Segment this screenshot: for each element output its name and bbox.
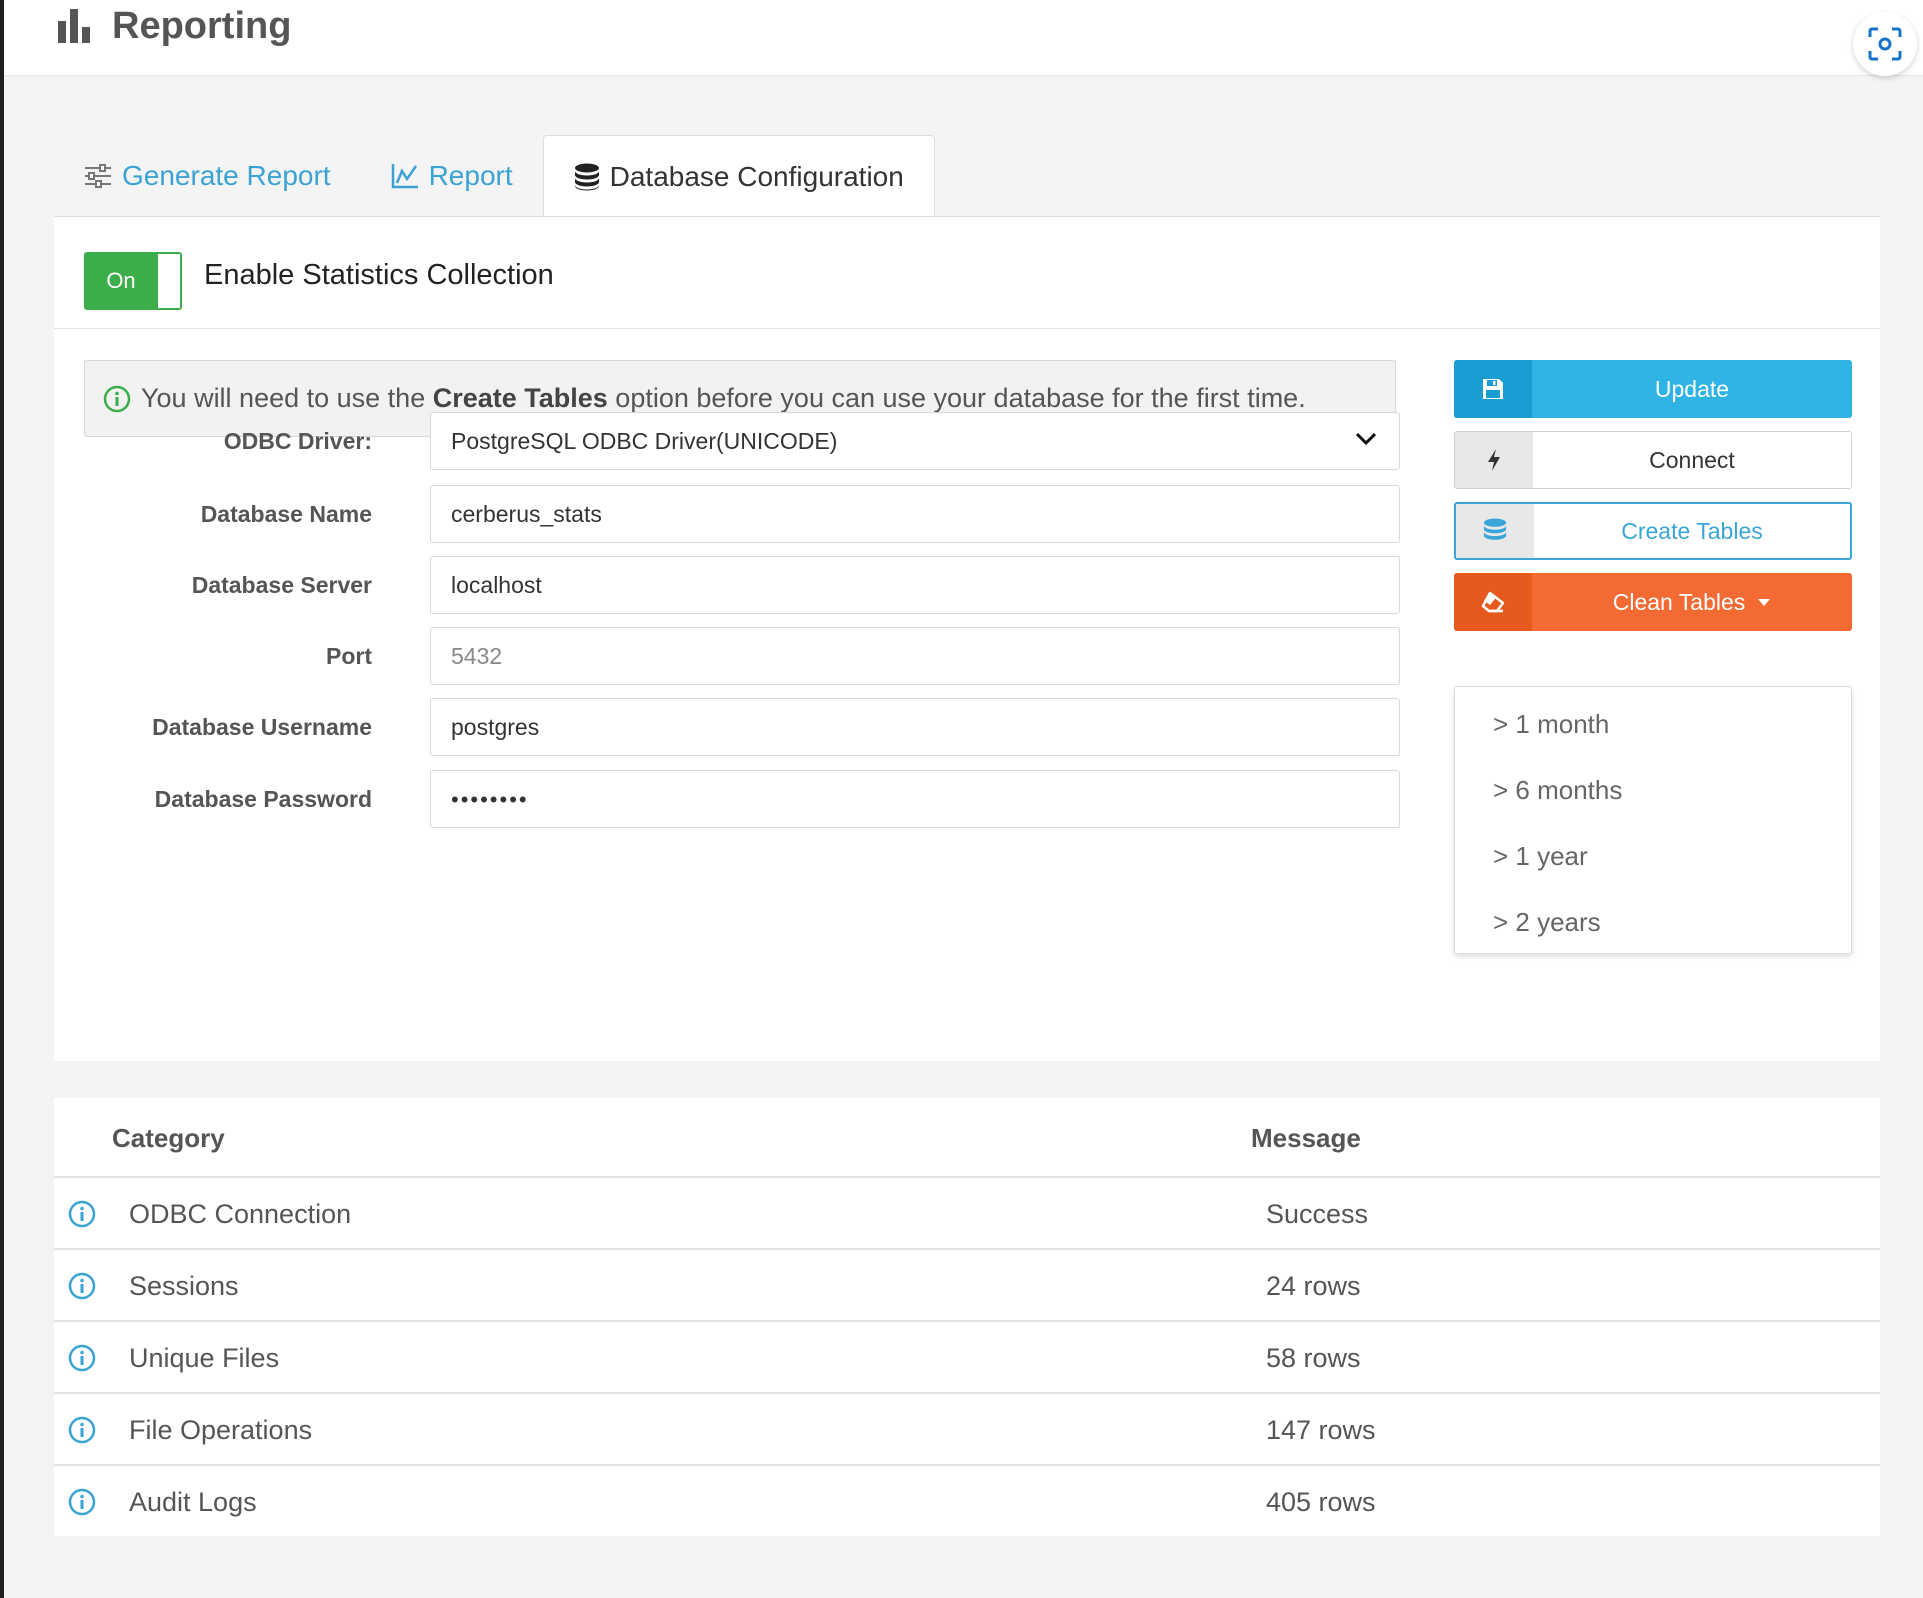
toggle-knob: [158, 254, 180, 308]
database-configuration-panel: On Enable Statistics Collection You will…: [54, 216, 1880, 1061]
database-server-input[interactable]: localhost: [430, 556, 1400, 614]
sliders-icon: [85, 164, 111, 188]
tab-report-label: Report: [428, 160, 513, 191]
info-circle-icon: [68, 1272, 96, 1300]
clean-option-6-months[interactable]: > 6 months: [1455, 757, 1851, 823]
row-category: File Operations: [129, 1415, 313, 1445]
info-circle-icon: [68, 1488, 96, 1516]
message-column-header: Message: [1251, 1123, 1361, 1153]
toggle-state-label: On: [106, 268, 136, 293]
row-message: 24 rows: [1266, 1271, 1361, 1301]
screenshot-button[interactable]: [1853, 12, 1917, 76]
app-title-text: Reporting: [112, 4, 292, 47]
update-button-label: Update: [1654, 375, 1730, 402]
category-column-header: Category: [112, 1123, 225, 1153]
bar-chart-icon: [58, 9, 90, 43]
bolt-icon: [1488, 449, 1500, 471]
results-table: Category Message ODBC Connection Success…: [54, 1098, 1880, 1536]
create-tables-button-label: Create Tables: [1621, 517, 1763, 544]
create-tables-button[interactable]: Create Tables: [1454, 502, 1852, 560]
clean-tables-button-label: Clean Tables: [1532, 573, 1852, 631]
alert-text: You will need to use the Create Tables o…: [141, 383, 1306, 413]
row-category: Unique Files: [129, 1343, 280, 1373]
table-header-row: Category Message: [54, 1098, 1880, 1178]
row-message: 147 rows: [1266, 1415, 1376, 1445]
database-username-row: Database Username postgres: [54, 698, 1400, 756]
screenshot-icon: [1868, 27, 1902, 61]
database-password-label: Database Password: [154, 786, 372, 812]
port-input[interactable]: 5432: [430, 627, 1400, 685]
info-circle-icon: [68, 1200, 96, 1228]
tab-bar: Generate Report Report Database Configur…: [54, 135, 935, 218]
clean-tables-button[interactable]: Clean Tables: [1454, 573, 1852, 631]
odbc-driver-select[interactable]: PostgreSQL ODBC Driver(UNICODE): [430, 412, 1400, 470]
row-category: Sessions: [129, 1271, 239, 1301]
info-circle-icon: [103, 385, 131, 412]
top-bar: Reporting: [4, 0, 1923, 76]
statistics-toggle[interactable]: On: [84, 252, 182, 310]
tab-generate-report[interactable]: Generate Report: [54, 135, 361, 217]
port-label: Port: [326, 643, 372, 669]
create-tables-icon-box: [1456, 504, 1534, 558]
database-password-row: Database Password ••••••••: [54, 770, 1400, 828]
odbc-driver-label: ODBC Driver:: [223, 428, 372, 454]
database-username-label: Database Username: [152, 714, 372, 740]
database-name-row: Database Name cerberus_stats: [54, 485, 1400, 543]
save-icon: [1483, 379, 1503, 399]
table-row: Sessions 24 rows: [54, 1250, 1880, 1322]
update-icon-box: [1454, 360, 1532, 418]
caret-down-icon: [1758, 598, 1771, 606]
tab-generate-report-label: Generate Report: [122, 160, 331, 191]
connect-button[interactable]: Connect: [1454, 431, 1852, 489]
statistics-toggle-row: On Enable Statistics Collection: [54, 217, 1880, 329]
table-row: Unique Files 58 rows: [54, 1322, 1880, 1394]
row-category: ODBC Connection: [129, 1199, 352, 1229]
info-circle-icon: [68, 1416, 96, 1444]
info-circle-icon: [68, 1344, 96, 1372]
tab-database-configuration-label: Database Configuration: [609, 161, 904, 192]
table-row: ODBC Connection Success: [54, 1178, 1880, 1250]
clean-option-1-month[interactable]: > 1 month: [1455, 691, 1851, 757]
clean-tables-icon-box: [1454, 573, 1532, 631]
database-server-label: Database Server: [191, 572, 372, 598]
tab-report[interactable]: Report: [361, 135, 543, 217]
chevron-down-icon: [1355, 432, 1377, 446]
clean-tables-dropdown: > 1 month > 6 months > 1 year > 2 years: [1454, 686, 1852, 954]
row-message: 58 rows: [1266, 1343, 1361, 1373]
tab-database-configuration[interactable]: Database Configuration: [542, 135, 935, 218]
clean-tables-text: Clean Tables: [1612, 588, 1746, 615]
database-icon: [1483, 518, 1507, 540]
row-message: Success: [1266, 1199, 1369, 1229]
database-name-label: Database Name: [200, 501, 372, 527]
database-name-input[interactable]: cerberus_stats: [430, 485, 1400, 543]
odbc-driver-row: ODBC Driver: PostgreSQL ODBC Driver(UNIC…: [54, 412, 1400, 470]
line-chart-icon: [391, 164, 418, 189]
database-password-input[interactable]: ••••••••: [430, 770, 1400, 828]
clean-option-2-years[interactable]: > 2 years: [1455, 889, 1851, 955]
table-row: File Operations 147 rows: [54, 1394, 1880, 1466]
clean-option-1-year[interactable]: > 1 year: [1455, 823, 1851, 889]
database-icon: [574, 163, 599, 191]
connect-button-label: Connect: [1649, 446, 1735, 473]
database-username-input[interactable]: postgres: [430, 698, 1400, 756]
app-viewport: Reporting Generate Report Report Databas…: [4, 0, 1923, 1598]
row-category: Audit Logs: [129, 1487, 257, 1517]
password-mask: ••••••••: [451, 787, 529, 812]
table-row: Audit Logs 405 rows: [54, 1466, 1880, 1538]
update-button[interactable]: Update: [1454, 360, 1852, 418]
statistics-toggle-label: Enable Statistics Collection: [204, 259, 554, 291]
port-row: Port 5432: [54, 627, 1400, 685]
odbc-driver-value: PostgreSQL ODBC Driver(UNICODE): [451, 428, 838, 454]
row-message: 405 rows: [1266, 1487, 1376, 1517]
app-title: Reporting: [56, 4, 291, 48]
connect-icon-box: [1455, 432, 1533, 488]
eraser-icon: [1481, 591, 1505, 613]
database-server-row: Database Server localhost: [54, 556, 1400, 614]
